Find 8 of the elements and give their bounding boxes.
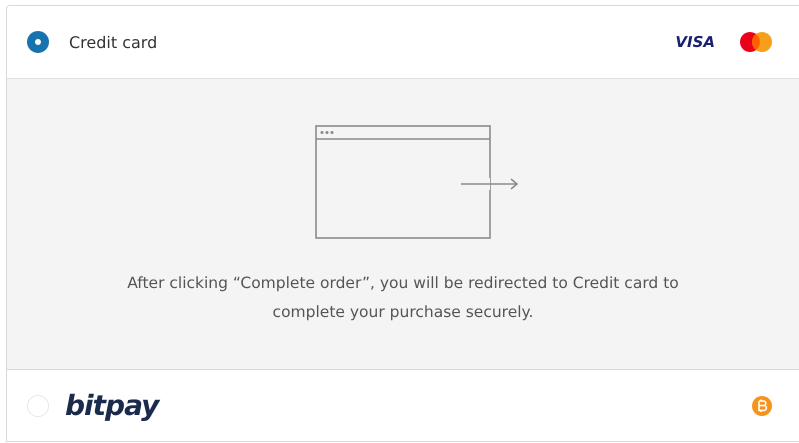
payment-label: Credit card: [69, 32, 158, 52]
bitcoin-icon: [751, 394, 773, 416]
bitpay-logo: bitpay: [65, 389, 158, 422]
radio-button[interactable]: [27, 31, 49, 53]
mastercard-icon: [739, 31, 773, 53]
visa-logo: VISA: [675, 33, 715, 51]
browser-redirect-icon: [315, 125, 521, 239]
redirect-notice: After clicking “Complete order”, you will be redirected to Credit card to complete your purchase securely.: [126, 273, 680, 323]
